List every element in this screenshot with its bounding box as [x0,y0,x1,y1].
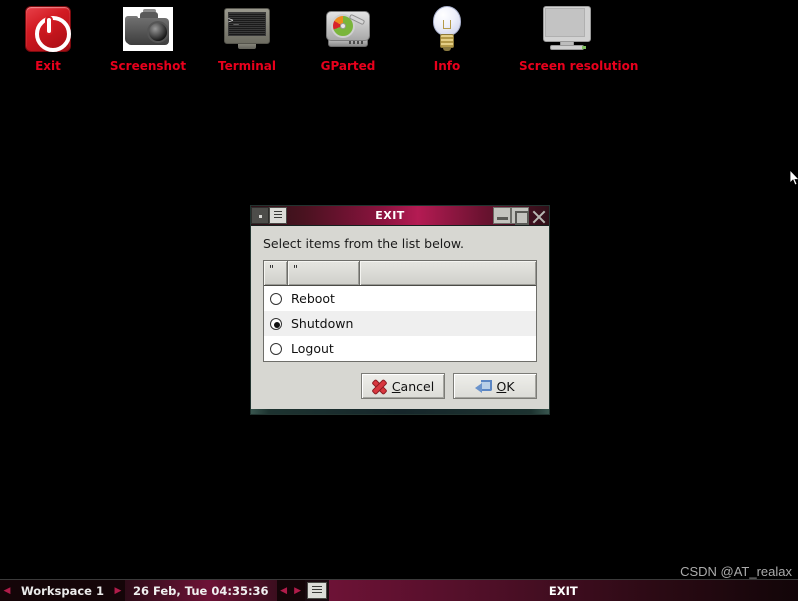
cancel-button-label: Cancel [391,378,435,394]
desktop-icon-terminal[interactable]: >_ Terminal [199,4,295,73]
red-x-icon [372,379,387,394]
task-prev-arrow[interactable]: ◀ [276,580,291,601]
desktop-icon-label: Screen resolution [519,59,639,73]
watermark-text: CSDN @AT_realax [680,564,792,579]
lightbulb-icon [399,4,495,54]
dialog-button-bar: Cancel OK [263,373,537,399]
cancel-button[interactable]: Cancel [361,373,445,399]
radio-button-selected[interactable] [270,317,282,330]
display-monitor-icon [519,4,615,54]
list-item-reboot[interactable]: Reboot [264,286,536,311]
desktop-icon-label: GParted [320,59,376,73]
list-item-shutdown[interactable]: Shutdown [264,311,536,336]
ok-button[interactable]: OK [453,373,537,399]
taskbar: ◀ Workspace 1 ▶ 26 Feb, Tue 04:35:36 ◀ ▶… [0,579,798,601]
desktop-icon-screen-resolution[interactable]: Screen resolution [519,4,639,73]
power-button-icon [0,4,96,54]
column-header-1[interactable]: " [264,261,288,285]
desktop-icon-info[interactable]: Info [399,4,495,73]
close-icon[interactable] [529,207,549,224]
list-item-label: Reboot [291,291,335,306]
titlebar-buttons [493,206,549,225]
column-header-3[interactable] [360,261,536,285]
dialog-prompt: Select items from the list below. [263,236,464,251]
desktop-icon-label: Screenshot [109,59,187,73]
window-bottom-edge [251,409,549,414]
list-item-label: Shutdown [291,316,354,331]
desktop-icon-gparted[interactable]: GParted [300,4,396,73]
dialog-body: Select items from the list below. " " Re… [251,226,549,409]
ok-button-label: OK [496,378,515,394]
desktop-icon-label: Exit [35,59,61,73]
desktop-icon-screenshot[interactable]: Screenshot [100,4,196,73]
list-column-headers: " " [264,261,536,286]
desktop-icon-label: Info [433,59,461,73]
desktop-icon-row: Exit Screenshot >_ Terminal GParted Info… [0,0,798,100]
radio-button[interactable] [270,342,282,355]
window-menu-dot-icon[interactable] [251,207,269,224]
camera-icon [100,4,196,54]
desktop-screen: Exit Screenshot >_ Terminal GParted Info… [0,0,798,601]
workspace-label[interactable]: Workspace 1 [14,580,111,601]
desktop-icon-exit[interactable]: Exit [0,4,96,73]
hard-disk-icon [300,4,396,54]
exit-options-list[interactable]: " " Reboot Shutdown Logout [263,260,537,362]
terminal-monitor-icon: >_ [199,4,295,54]
workspace-prev-arrow[interactable]: ◀ [0,580,14,601]
clock: 26 Feb, Tue 04:35:36 [124,580,277,601]
minimize-icon[interactable] [493,207,511,224]
maximize-icon[interactable] [511,207,529,225]
column-header-2[interactable]: " [288,261,360,285]
exit-dialog: EXIT Select items from the list below. "… [250,205,550,415]
window-menu-icon[interactable] [269,207,287,224]
dialog-title: EXIT [375,209,405,222]
list-item-label: Logout [291,341,334,356]
mouse-cursor [790,170,798,186]
dialog-titlebar[interactable]: EXIT [251,206,549,226]
window-list-icon[interactable] [306,582,327,599]
radio-button[interactable] [270,292,282,305]
taskbar-task-exit[interactable]: EXIT [328,580,798,601]
workspace-next-arrow[interactable]: ▶ [110,580,125,601]
task-next-arrow[interactable]: ▶ [290,580,305,601]
desktop-icon-label: Terminal [217,59,277,73]
list-item-logout[interactable]: Logout [264,336,536,361]
enter-arrow-icon [475,379,493,393]
